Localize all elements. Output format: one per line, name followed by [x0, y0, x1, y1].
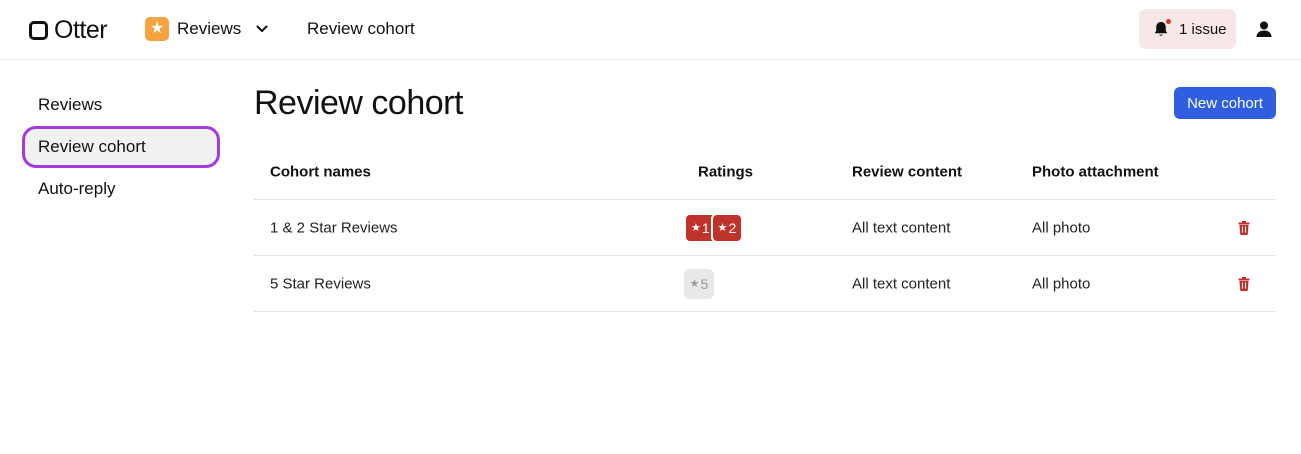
notification-dot [1165, 18, 1172, 25]
sidebar-item-label: Reviews [38, 95, 103, 114]
bell-icon [1152, 18, 1172, 38]
photo-attachment-value: All photo [1032, 219, 1091, 236]
sidebar-item-label: Auto-reply [38, 179, 116, 198]
cohort-name: 5 Star Reviews [270, 275, 371, 292]
rating-value: 2 [728, 219, 737, 236]
column-header-ratings: Ratings [698, 163, 754, 180]
breadcrumb: Review cohort [307, 19, 415, 38]
rating-badges: ★ 5 [684, 268, 714, 299]
logo-mark-icon [29, 21, 48, 40]
sidebar-item-review-cohort[interactable]: Review cohort [22, 126, 220, 168]
column-header-photo-attachment: Photo attachment [1032, 163, 1159, 180]
app-switcher[interactable]: ★ Reviews [145, 17, 269, 41]
page-title: Review cohort [254, 84, 463, 122]
new-cohort-button[interactable]: New cohort [1174, 87, 1276, 119]
trash-icon[interactable] [1238, 276, 1250, 291]
issue-count-label: 1 issue [1179, 20, 1227, 38]
sidebar-item-reviews[interactable]: Reviews [22, 84, 222, 126]
sidebar: Reviews Review cohort Auto-reply [22, 84, 222, 210]
rating-badge: ★ 5 [684, 268, 714, 299]
rating-value: 5 [700, 275, 709, 292]
table-header: Cohort names Ratings Review content Phot… [254, 144, 1276, 200]
star-icon: ★ [689, 278, 700, 290]
rating-badge: ★ 2 [710, 212, 744, 243]
sidebar-item-label: Review cohort [38, 137, 146, 156]
column-header-cohort-names: Cohort names [270, 163, 371, 180]
sidebar-item-auto-reply[interactable]: Auto-reply [22, 168, 222, 210]
review-content-value: All text content [852, 219, 951, 236]
rating-badges: ★ 1 ★ 2 [684, 212, 744, 243]
logo-text: Otter [54, 16, 108, 44]
star-icon: ★ [691, 222, 701, 234]
table-row[interactable]: 5 Star Reviews ★ 5 All text content All p… [254, 256, 1276, 312]
top-bar: Otter ★ Reviews Review cohort 1 issue [0, 0, 1301, 60]
column-header-review-content: Review content [852, 163, 963, 180]
chevron-down-icon [255, 22, 269, 36]
photo-attachment-value: All photo [1032, 275, 1091, 292]
cohort-table: Cohort names Ratings Review content Phot… [254, 144, 1276, 312]
user-icon[interactable] [1254, 19, 1274, 39]
app-switcher-label: Reviews [177, 19, 242, 38]
cohort-name: 1 & 2 Star Reviews [270, 219, 398, 236]
issues-button[interactable]: 1 issue [1139, 9, 1236, 49]
star-icon: ★ [145, 17, 169, 41]
review-content-value: All text content [852, 275, 951, 292]
table-row[interactable]: 1 & 2 Star Reviews ★ 1 ★ 2 All text conten… [254, 200, 1276, 256]
otter-logo[interactable]: Otter [29, 16, 108, 45]
trash-icon[interactable] [1238, 220, 1250, 235]
star-icon: ★ [717, 222, 728, 234]
rating-value: 1 [701, 219, 710, 236]
